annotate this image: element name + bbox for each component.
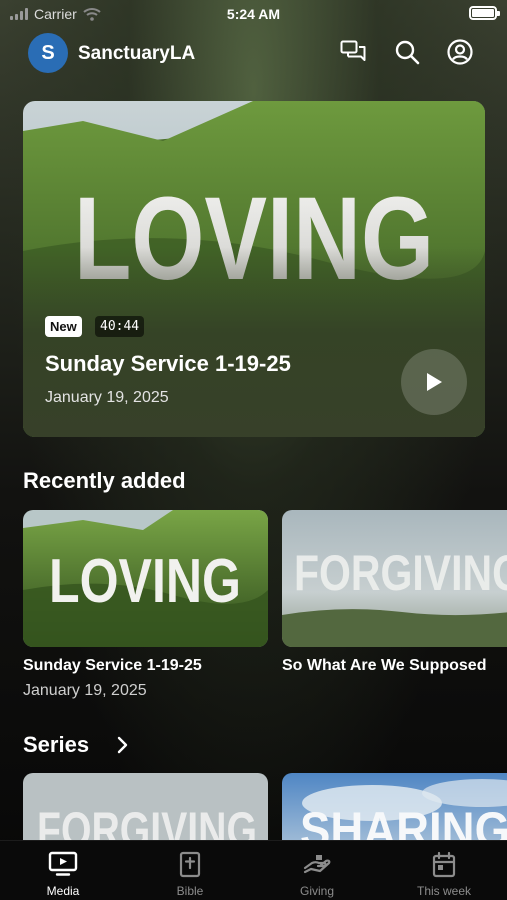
recent-card-2-artwork: FORGIVING bbox=[282, 510, 507, 647]
recent-card-1-title: Sunday Service 1-19-25 bbox=[23, 657, 202, 674]
app-title: SanctuaryLA bbox=[78, 43, 196, 64]
recent-card-2-art-text: FORGIVING bbox=[294, 545, 507, 601]
featured-title: Sunday Service 1-19-25 bbox=[45, 351, 291, 376]
play-icon bbox=[427, 373, 442, 391]
tab-giving-label: Giving bbox=[299, 884, 334, 898]
search-icon[interactable] bbox=[393, 38, 421, 66]
tab-this-week-label: This week bbox=[416, 884, 472, 898]
tab-media-label: Media bbox=[46, 884, 80, 898]
chevron-right-icon[interactable] bbox=[116, 735, 130, 755]
recent-card-2[interactable]: FORGIVING bbox=[282, 510, 507, 647]
status-bar: Carrier 5:24 AM bbox=[0, 0, 507, 28]
recent-card-1-artwork: LOVING bbox=[23, 510, 268, 647]
series-card-2-artwork: SHARING bbox=[282, 773, 507, 840]
account-icon[interactable] bbox=[446, 38, 474, 66]
tab-bar: Media Bible Giving This week bbox=[0, 840, 507, 900]
duration-badge: 40:44 bbox=[95, 316, 145, 337]
calendar-icon bbox=[432, 851, 456, 878]
battery-icon bbox=[469, 6, 500, 20]
giving-hand-icon bbox=[303, 855, 331, 874]
tab-bible[interactable]: Bible bbox=[127, 841, 253, 900]
chat-icon[interactable] bbox=[339, 38, 367, 66]
tab-this-week[interactable]: This week bbox=[381, 841, 507, 900]
bible-icon bbox=[179, 851, 201, 878]
series-card-1-artwork: FORGIVING bbox=[23, 773, 268, 840]
series-card-1-art-text: FORGIVING bbox=[37, 802, 257, 840]
app-logo[interactable]: S bbox=[28, 33, 68, 73]
featured-card[interactable]: LOVING New 40:44 Sunday Service 1-19-25 … bbox=[23, 101, 485, 437]
series-heading[interactable]: Series bbox=[23, 732, 89, 758]
series-card-2[interactable]: SHARING bbox=[282, 773, 507, 840]
recent-card-1-art-text: LOVING bbox=[49, 547, 241, 616]
app-header: S SanctuaryLA bbox=[0, 30, 507, 76]
featured-date: January 19, 2025 bbox=[45, 389, 169, 406]
series-card-1[interactable]: FORGIVING bbox=[23, 773, 268, 840]
recent-card-2-title: So What Are We Supposed bbox=[282, 657, 487, 674]
new-badge: New bbox=[45, 316, 82, 337]
logo-letter: S bbox=[41, 41, 55, 64]
tab-bible-label: Bible bbox=[176, 884, 204, 898]
recently-added-heading: Recently added bbox=[23, 468, 186, 493]
tab-giving[interactable]: Giving bbox=[254, 841, 380, 900]
status-time: 5:24 AM bbox=[226, 6, 281, 22]
recent-card-1[interactable]: LOVING bbox=[23, 510, 268, 647]
tab-media[interactable]: Media bbox=[0, 841, 126, 900]
recent-card-1-date: January 19, 2025 bbox=[23, 682, 147, 699]
series-card-2-art-text: SHARING bbox=[300, 802, 507, 840]
play-button[interactable] bbox=[401, 349, 467, 415]
tv-icon bbox=[48, 851, 78, 876]
